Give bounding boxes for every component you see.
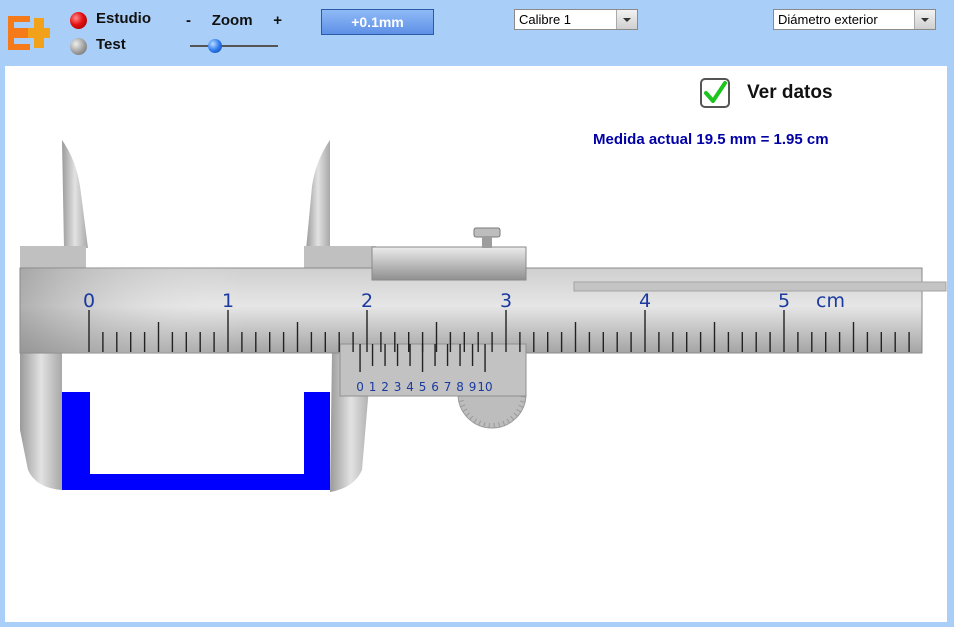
radio-estudio[interactable] bbox=[70, 12, 87, 29]
zoom-in-button[interactable]: + bbox=[273, 12, 282, 29]
vernier-label: 1 bbox=[369, 380, 377, 394]
main-scale-label: 4 bbox=[639, 290, 651, 312]
sliding-upper-jaw bbox=[306, 140, 330, 250]
fixed-upper-jaw bbox=[62, 140, 88, 248]
vernier-label: 6 bbox=[431, 380, 439, 394]
instrument-select-value: Calibre 1 bbox=[519, 12, 572, 27]
main-scale-label: 2 bbox=[361, 290, 373, 312]
measure-type-select-value: Diámetro exterior bbox=[778, 12, 878, 27]
radio-test[interactable] bbox=[70, 38, 87, 55]
toolbar: Estudio Test - Zoom + +0.1mm Calibre 1 D… bbox=[0, 0, 954, 66]
main-scale-label: 3 bbox=[500, 290, 512, 312]
measure-type-select[interactable]: Diámetro exterior bbox=[773, 9, 936, 30]
instrument-select[interactable]: Calibre 1 bbox=[514, 9, 638, 30]
vernier-label: 0 bbox=[356, 380, 364, 394]
measured-object bbox=[62, 392, 330, 490]
chevron-down-icon[interactable] bbox=[914, 10, 935, 29]
main-scale-label: 5 bbox=[778, 290, 790, 312]
zoom-out-button[interactable]: - bbox=[186, 12, 191, 29]
caliper-drawing: 012345 cm 0 1 2 3 4 5 6 7 8 9 10 bbox=[19, 140, 947, 492]
vernier-label: 9 bbox=[469, 380, 477, 394]
vernier-label: 3 bbox=[394, 380, 402, 394]
simulation-canvas: Ver datos Medida actual 19.5 mm = 1.95 c… bbox=[5, 66, 947, 622]
slider-jaw-root bbox=[304, 246, 376, 270]
vernier-label: 10 bbox=[477, 380, 492, 394]
vernier-label: 5 bbox=[419, 380, 427, 394]
vernier-label: 8 bbox=[456, 380, 464, 394]
zoom-control: - Zoom + bbox=[186, 12, 282, 29]
vernier-label: 4 bbox=[406, 380, 414, 394]
radio-estudio-label: Estudio bbox=[96, 10, 151, 27]
precision-button[interactable]: +0.1mm bbox=[321, 9, 434, 35]
main-scale-label: 1 bbox=[222, 290, 234, 312]
lock-screw-stem bbox=[482, 236, 492, 248]
zoom-label: Zoom bbox=[211, 12, 253, 29]
vernier-label: 2 bbox=[381, 380, 389, 394]
vernier-label: 7 bbox=[444, 380, 452, 394]
chevron-down-icon[interactable] bbox=[616, 10, 637, 29]
zoom-slider-track[interactable] bbox=[190, 45, 278, 47]
lock-screw-icon[interactable] bbox=[473, 227, 501, 238]
fixed-lower-jaw bbox=[20, 352, 62, 490]
main-scale-label: 0 bbox=[83, 290, 95, 312]
depth-rod bbox=[573, 281, 947, 292]
fixed-jaw-root bbox=[20, 246, 86, 270]
main-scale-unit: cm bbox=[816, 290, 845, 312]
radio-test-label: Test bbox=[96, 36, 126, 53]
thumb-wheel-icon[interactable] bbox=[457, 393, 527, 429]
zoom-slider-knob[interactable] bbox=[208, 39, 222, 53]
slider-top-housing bbox=[371, 246, 527, 281]
app-logo bbox=[8, 16, 50, 50]
